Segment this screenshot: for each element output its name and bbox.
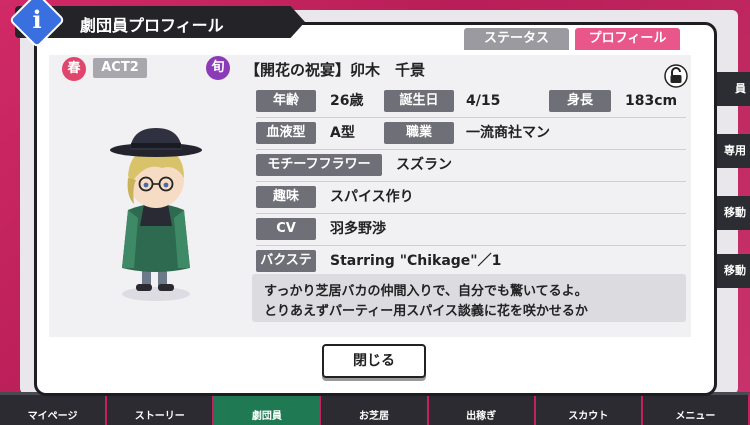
height-value: 183cm xyxy=(625,93,678,109)
nav-play[interactable]: お芝居 xyxy=(321,392,429,425)
flower-value: スズラン xyxy=(396,157,452,173)
age-label: 年齢 xyxy=(256,90,316,112)
cv-label: CV xyxy=(256,218,316,240)
act-badge: ACT2 xyxy=(93,58,147,78)
cv-value: 羽多野渉 xyxy=(330,221,386,237)
nav-story[interactable]: ストーリー xyxy=(107,392,215,425)
blood-label: 血液型 xyxy=(256,122,316,144)
message-line-1: すっかり芝居バカの仲間入りで、自分でも驚いてるよ。 xyxy=(264,284,588,299)
backstage-label: バクステ xyxy=(256,250,316,272)
hobby-label: 趣味 xyxy=(256,186,316,208)
info-glyph: i xyxy=(32,5,42,34)
character-name: 【開花の祝宴】卯木 千景 xyxy=(245,61,426,79)
birthday-value: 4/15 xyxy=(466,93,501,109)
close-button[interactable]: 閉じる xyxy=(322,344,426,378)
flower-label: モチーフフラワー xyxy=(256,154,382,176)
height-label: 身長 xyxy=(549,90,611,112)
nav-scout[interactable]: スカウト xyxy=(535,392,643,425)
nav-work[interactable]: 出稼ぎ xyxy=(428,392,536,425)
nav-mypage[interactable]: マイページ xyxy=(0,392,108,425)
row-divider xyxy=(256,181,686,182)
nav-members[interactable]: 劇団員 xyxy=(214,392,322,425)
shun-badge: 旬 xyxy=(206,56,230,80)
page-title: 劇団員プロフィール xyxy=(80,16,224,35)
message-line-2: とりあえずパーティー用スパイス談義に花を咲かせるか xyxy=(264,304,588,319)
row-divider xyxy=(256,245,686,246)
bottom-nav: マイページ ストーリー 劇団員 お芝居 出稼ぎ スカウト メニュー xyxy=(0,392,750,425)
unlock-icon[interactable] xyxy=(664,64,688,88)
nav-menu[interactable]: メニュー xyxy=(642,392,750,425)
birthday-label: 誕生日 xyxy=(384,90,454,112)
backstage-value: Starring "Chikage"／1 xyxy=(330,253,502,269)
character-avatar xyxy=(110,128,202,301)
blood-value: A型 xyxy=(330,125,355,141)
job-label: 職業 xyxy=(384,122,454,144)
age-value: 26歳 xyxy=(330,93,364,109)
tab-profile[interactable]: プロフィール xyxy=(575,28,680,50)
row-divider xyxy=(256,117,686,118)
season-badge: 春 xyxy=(62,57,86,81)
row-divider xyxy=(256,213,686,214)
hobby-value: スパイス作り xyxy=(330,189,414,205)
row-divider xyxy=(256,149,686,150)
job-value: 一流商社マン xyxy=(466,125,550,141)
tab-status[interactable]: ステータス xyxy=(464,28,569,50)
